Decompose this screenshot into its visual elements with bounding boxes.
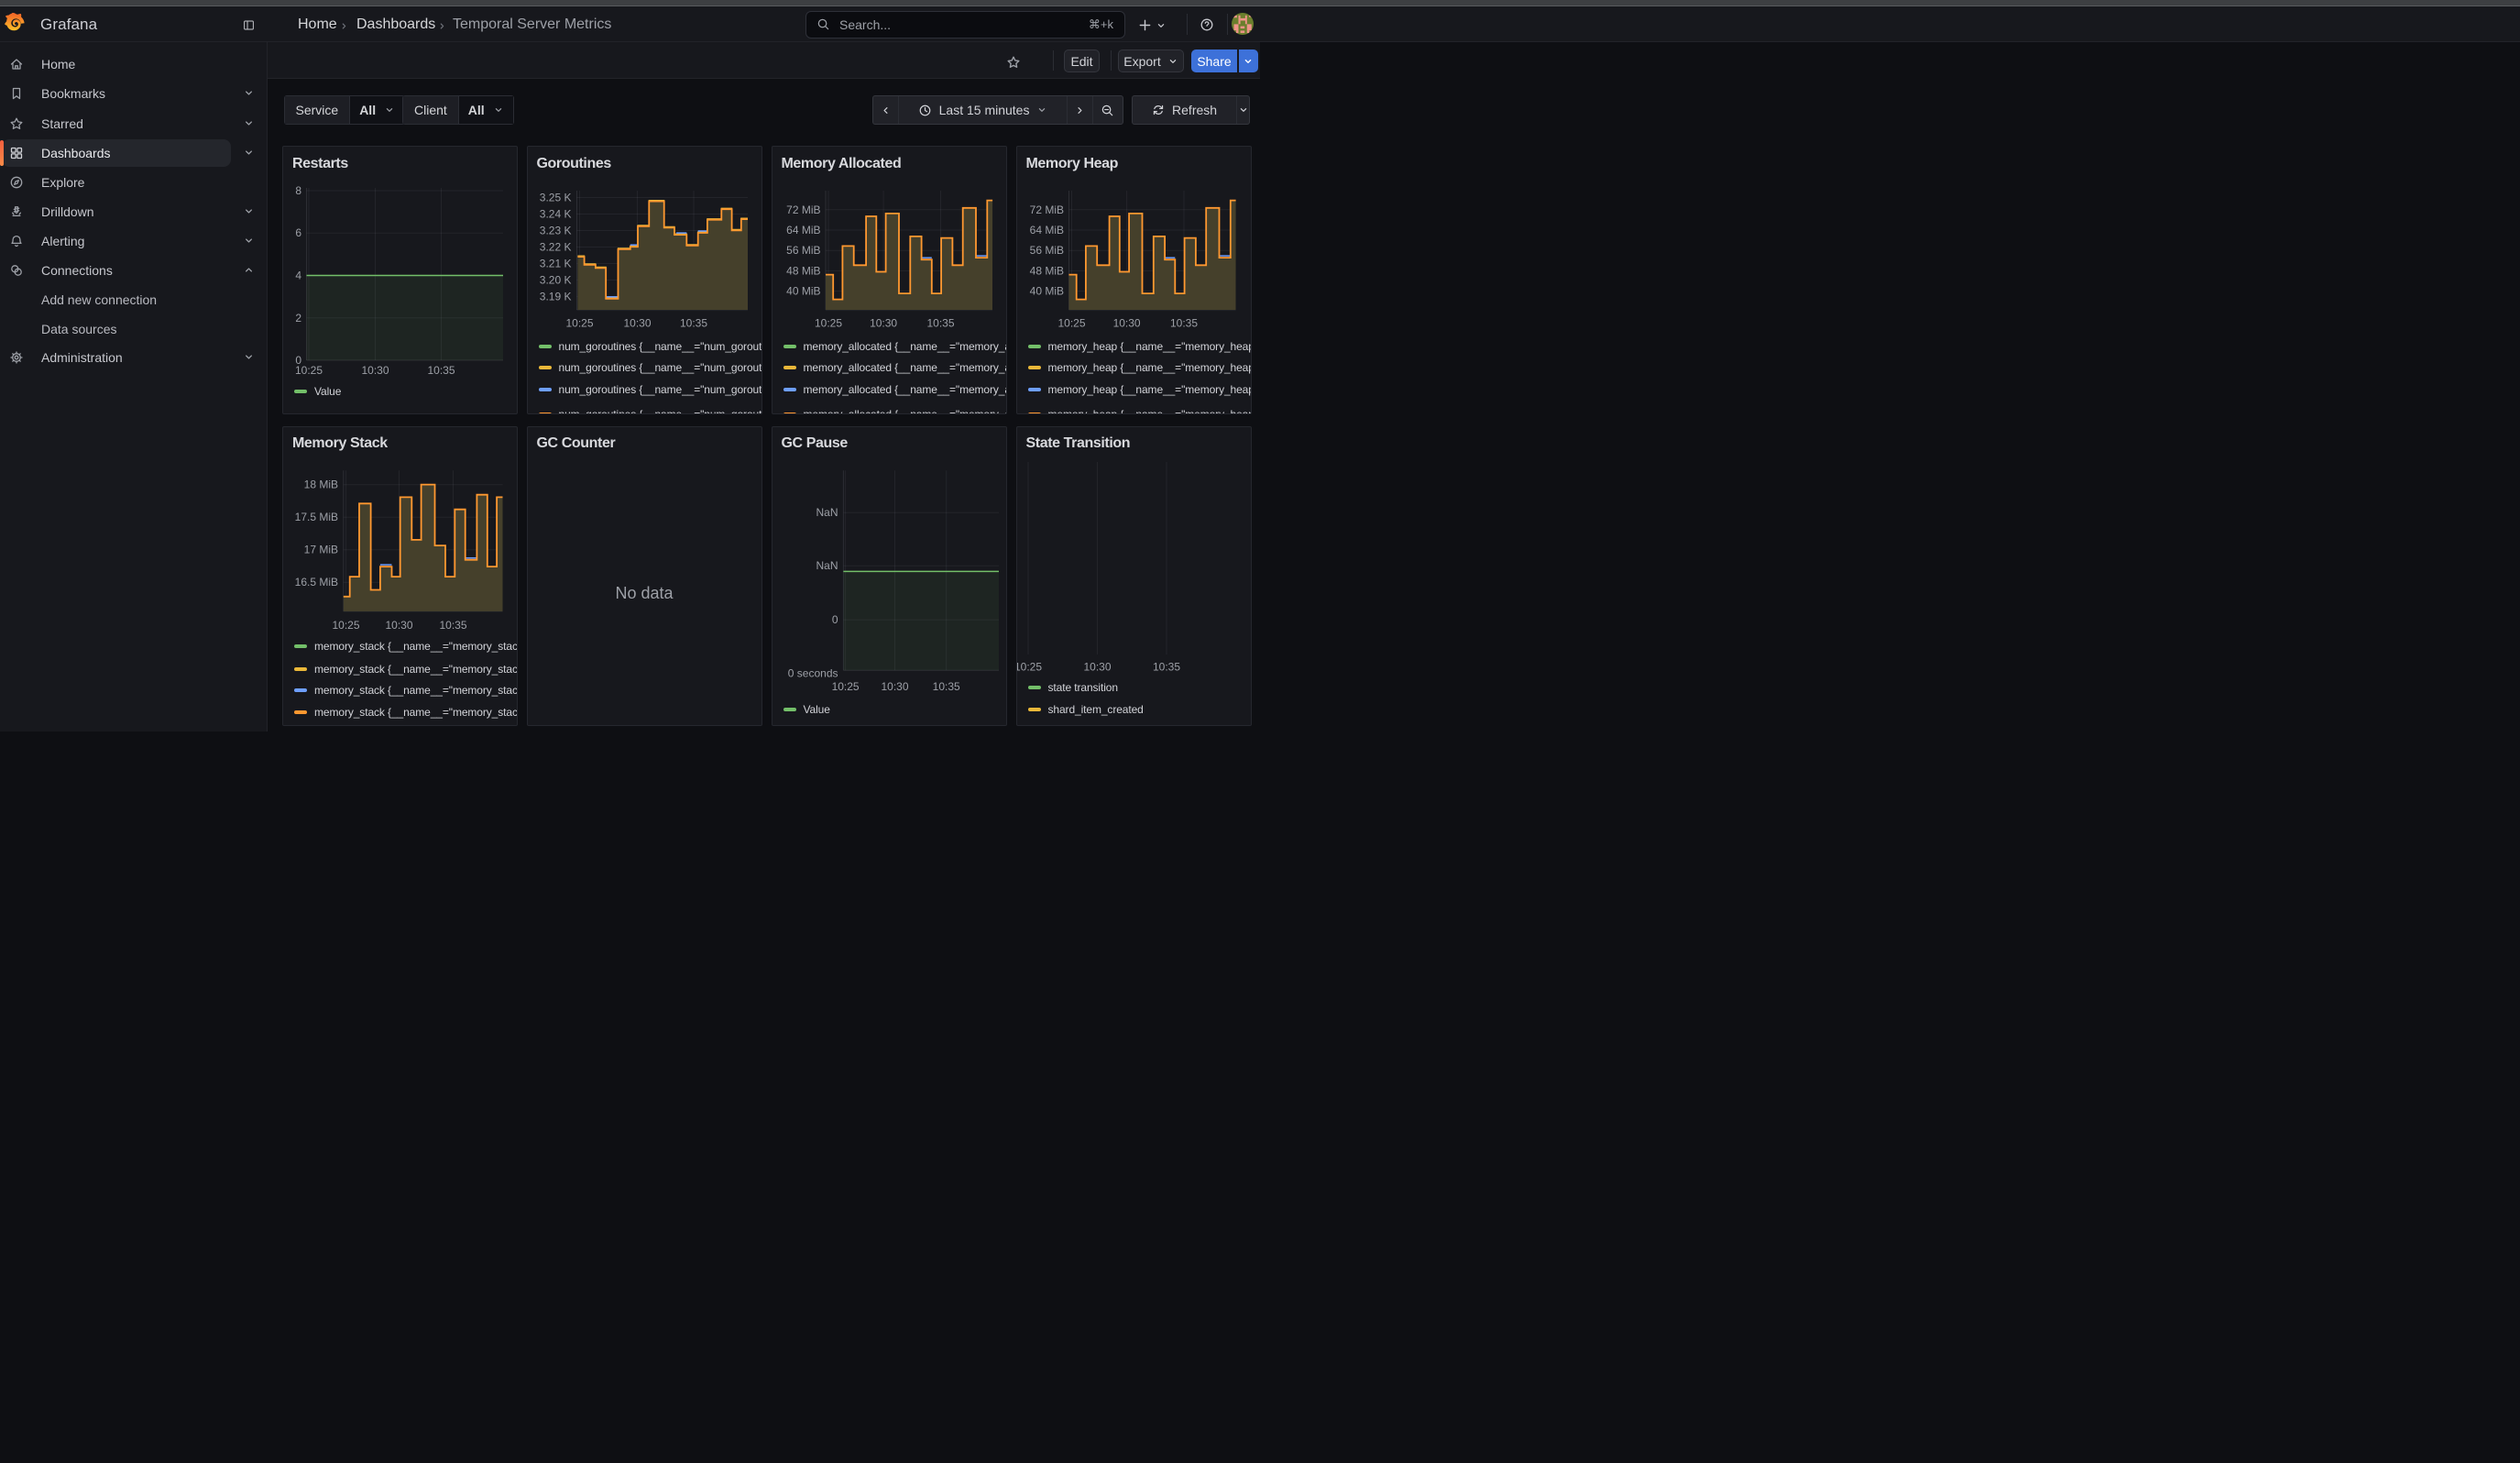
svg-text:3.23 K: 3.23 K — [539, 225, 571, 237]
svg-text:10:30: 10:30 — [385, 618, 412, 631]
svg-text:10:25: 10:25 — [565, 317, 593, 330]
svg-text:10:25: 10:25 — [332, 618, 359, 631]
svg-text:10:35: 10:35 — [679, 317, 707, 330]
svg-text:72 MiB: 72 MiB — [786, 204, 820, 216]
svg-text:10:30: 10:30 — [870, 317, 897, 330]
svg-text:10:30: 10:30 — [881, 680, 908, 693]
svg-text:56 MiB: 56 MiB — [786, 244, 820, 257]
svg-text:10:30: 10:30 — [623, 317, 651, 330]
svg-text:40 MiB: 40 MiB — [1029, 285, 1063, 298]
svg-text:10:35: 10:35 — [439, 618, 466, 631]
svg-text:3.20 K: 3.20 K — [539, 274, 571, 287]
svg-text:10:25: 10:25 — [814, 317, 841, 330]
svg-text:2: 2 — [295, 312, 301, 324]
svg-text:3.24 K: 3.24 K — [539, 208, 571, 221]
svg-text:10:25: 10:25 — [831, 680, 859, 693]
svg-text:10:25: 10:25 — [295, 364, 323, 377]
svg-text:NaN: NaN — [816, 559, 838, 572]
svg-text:10:30: 10:30 — [361, 364, 389, 377]
svg-text:72 MiB: 72 MiB — [1029, 204, 1063, 216]
svg-text:NaN: NaN — [816, 506, 838, 519]
svg-text:3.22 K: 3.22 K — [539, 241, 571, 254]
svg-text:17.5 MiB: 17.5 MiB — [295, 511, 338, 523]
svg-text:10:30: 10:30 — [1083, 660, 1111, 673]
svg-text:3.25 K: 3.25 K — [539, 192, 571, 204]
svg-text:56 MiB: 56 MiB — [1029, 244, 1063, 257]
svg-text:64 MiB: 64 MiB — [786, 224, 820, 236]
svg-text:3.21 K: 3.21 K — [539, 258, 571, 270]
svg-text:64 MiB: 64 MiB — [1029, 224, 1063, 236]
svg-text:10:35: 10:35 — [427, 364, 455, 377]
svg-text:17 MiB: 17 MiB — [304, 543, 338, 556]
svg-text:10:35: 10:35 — [932, 680, 959, 693]
svg-text:0 seconds: 0 seconds — [787, 666, 838, 679]
svg-text:10:30: 10:30 — [1112, 317, 1140, 330]
svg-text:10:25: 10:25 — [1057, 317, 1085, 330]
svg-text:48 MiB: 48 MiB — [786, 264, 820, 277]
svg-text:4: 4 — [295, 270, 301, 282]
svg-text:18 MiB: 18 MiB — [304, 478, 338, 490]
svg-text:48 MiB: 48 MiB — [1029, 264, 1063, 277]
svg-text:3.19 K: 3.19 K — [539, 291, 571, 303]
svg-text:8: 8 — [295, 184, 301, 197]
svg-text:10:35: 10:35 — [1152, 660, 1179, 673]
svg-text:10:35: 10:35 — [1169, 317, 1197, 330]
svg-text:6: 6 — [295, 226, 301, 239]
svg-text:0: 0 — [831, 613, 838, 626]
svg-text:10:35: 10:35 — [926, 317, 954, 330]
svg-text:10:25: 10:25 — [1017, 660, 1042, 673]
svg-text:40 MiB: 40 MiB — [786, 285, 820, 298]
svg-text:16.5 MiB: 16.5 MiB — [295, 576, 338, 588]
